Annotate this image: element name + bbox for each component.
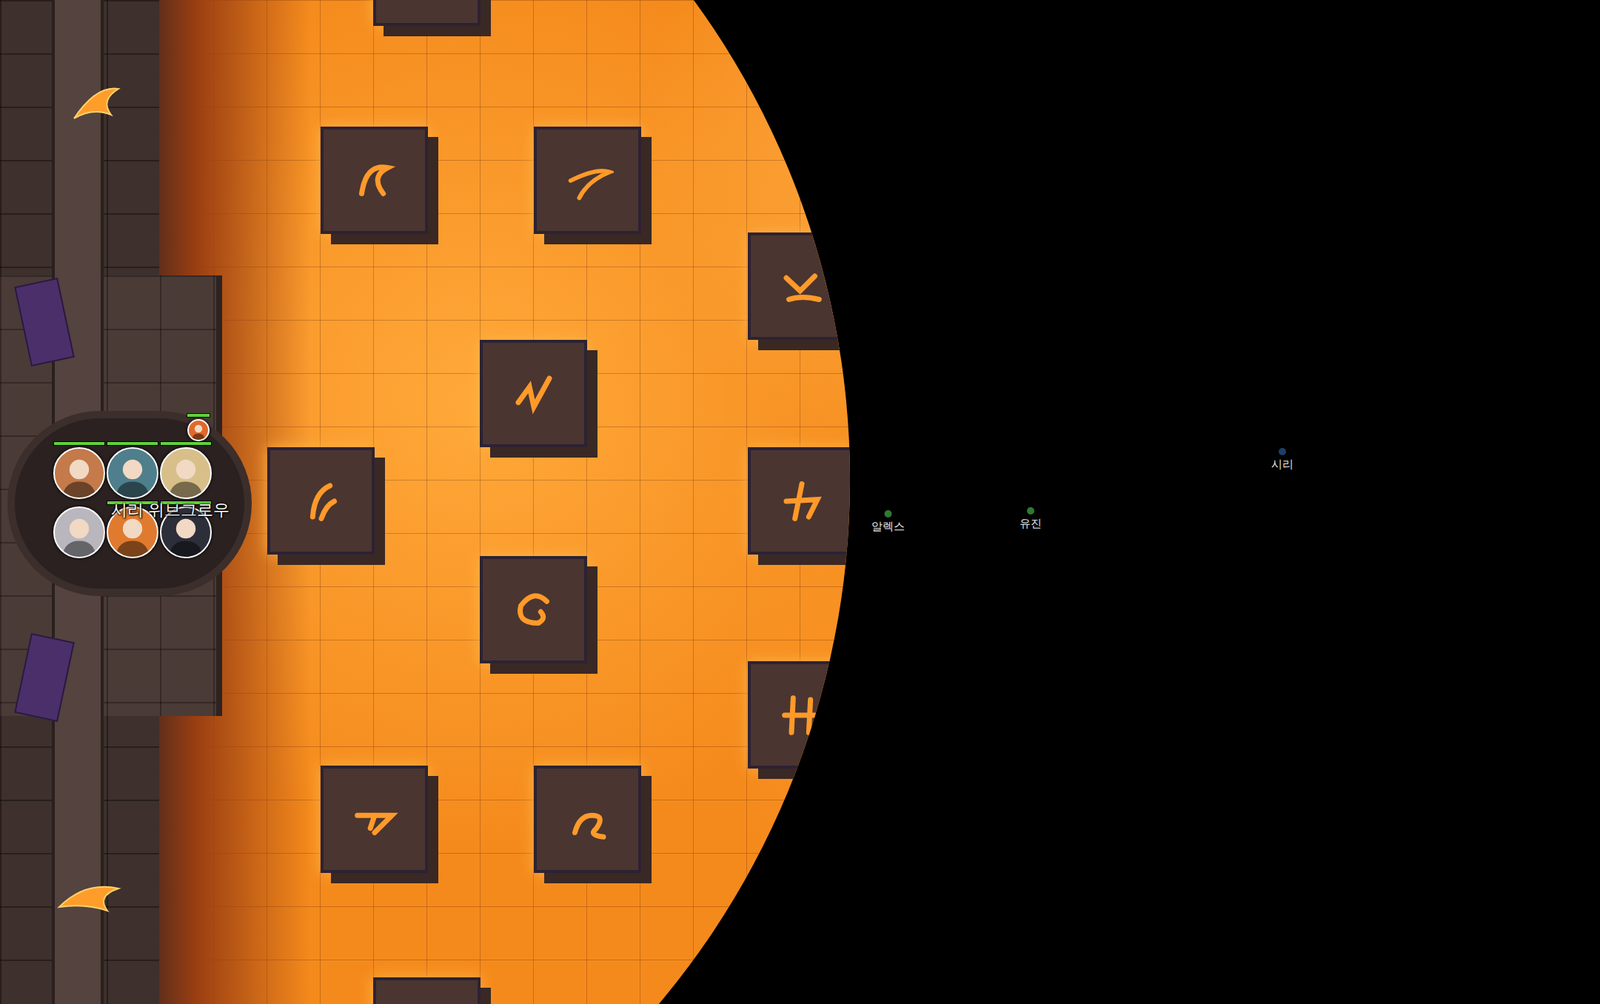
flame-sigil-icon bbox=[55, 873, 123, 919]
map-pin[interactable]: 알렉스 bbox=[871, 510, 905, 534]
token-portrait[interactable] bbox=[106, 447, 159, 500]
stone-block bbox=[373, 0, 481, 26]
token-portrait[interactable] bbox=[159, 447, 212, 500]
map-pin[interactable]: 시리 bbox=[1271, 447, 1294, 471]
hp-bar-empty bbox=[53, 500, 106, 505]
pin-label: 알렉스 bbox=[871, 519, 905, 534]
token[interactable] bbox=[53, 500, 106, 559]
pin-dot[interactable] bbox=[1278, 447, 1287, 456]
portrait-figure-icon bbox=[188, 420, 209, 440]
flame-sigil-icon bbox=[66, 81, 126, 126]
map[interactable]: 시리 위브그로우 bbox=[0, 0, 850, 1004]
portrait-figure-icon bbox=[54, 507, 104, 557]
map-reveal: 시리 위브그로우 bbox=[0, 0, 850, 1004]
hp-bar bbox=[106, 441, 159, 446]
pin-layer: 알렉스 유진 시리 bbox=[0, 0, 1600, 1004]
token-portrait[interactable] bbox=[53, 506, 106, 559]
token[interactable] bbox=[159, 441, 212, 500]
pin-label: 시리 bbox=[1271, 457, 1294, 471]
map-pin[interactable]: 유진 bbox=[1019, 507, 1042, 531]
stone-block bbox=[533, 126, 642, 234]
token-group bbox=[53, 441, 212, 559]
hp-bar bbox=[53, 441, 106, 446]
stone-block bbox=[747, 661, 850, 769]
stone-block bbox=[320, 126, 428, 234]
stone-block bbox=[479, 556, 588, 664]
pin-dot[interactable] bbox=[1026, 507, 1035, 515]
hp-bar bbox=[186, 413, 211, 418]
token-portrait[interactable] bbox=[53, 447, 106, 500]
token-label-text: 시리 위브그로우 bbox=[111, 500, 230, 520]
hp-bar-fill bbox=[107, 442, 158, 445]
token[interactable] bbox=[106, 441, 159, 500]
portrait-figure-icon bbox=[161, 448, 211, 498]
hp-bar-fill bbox=[54, 442, 105, 445]
stone-block bbox=[373, 977, 481, 1004]
hp-bar-fill bbox=[187, 413, 210, 417]
pin-dot[interactable] bbox=[884, 510, 892, 518]
token-label: 시리 위브그로우 bbox=[111, 497, 230, 522]
stone-block bbox=[267, 447, 375, 555]
hp-bar bbox=[159, 441, 212, 446]
token[interactable] bbox=[53, 441, 106, 500]
screen: 시리 위브그로우 알렉스 유진 시리 bbox=[0, 0, 1600, 1004]
stone-block bbox=[320, 765, 428, 873]
token-portrait[interactable] bbox=[187, 419, 210, 442]
portrait-figure-icon bbox=[108, 448, 157, 498]
stone-block bbox=[747, 232, 850, 340]
stone-block bbox=[479, 339, 588, 448]
hp-bar-fill bbox=[160, 442, 212, 445]
stone-block bbox=[747, 447, 850, 555]
marker-token[interactable] bbox=[186, 413, 211, 442]
portrait-figure-icon bbox=[54, 448, 104, 498]
stone-block bbox=[533, 765, 642, 873]
pin-label: 유진 bbox=[1019, 516, 1042, 531]
